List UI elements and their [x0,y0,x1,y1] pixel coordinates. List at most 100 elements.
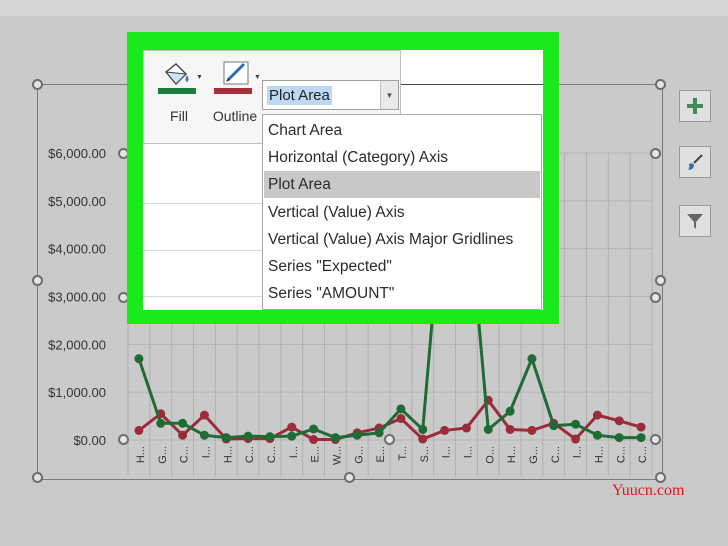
data-point[interactable] [396,413,406,423]
x-tick-label: H... [222,446,234,463]
data-point[interactable] [418,434,428,444]
fill-caret-icon[interactable]: ▼ [196,74,203,81]
data-point[interactable] [178,418,188,428]
plus-icon [687,98,703,114]
data-point[interactable] [440,425,450,435]
data-point[interactable] [265,432,275,442]
data-point[interactable] [614,433,624,443]
plot-handle-bm[interactable] [384,434,395,445]
x-tick-label: W... [331,446,343,465]
pencil-icon [214,61,252,94]
dropdown-option[interactable]: Vertical (Value) Axis [264,199,540,226]
plot-handle-bl[interactable] [118,434,129,445]
chart-handle-bl[interactable] [32,472,43,483]
brush-icon [688,154,703,170]
outline-caret-icon[interactable]: ▼ [254,74,261,81]
chart-element-dropdown: Chart Area Horizontal (Category) Axis Plot… [262,114,542,310]
x-tick-label: G... [528,446,540,464]
data-point[interactable] [396,404,406,414]
plot-handle-mr[interactable] [650,292,661,303]
chart-handle-tl[interactable] [32,79,43,90]
data-point[interactable] [636,433,646,443]
y-tick-label: $0.00 [73,433,106,448]
chart-handle-tr[interactable] [655,79,666,90]
outline-color-swatch [214,88,252,94]
dropdown-option[interactable]: Series "AMOUNT" [264,280,540,307]
x-tick-label: G... [157,446,169,464]
x-tick-label: I... [200,446,212,458]
chart-handle-bm[interactable] [344,472,355,483]
chart-handle-mr[interactable] [655,275,666,286]
data-point[interactable] [571,434,581,444]
dropdown-option[interactable]: Horizontal (Category) Axis [264,144,540,171]
data-point[interactable] [549,421,559,431]
y-tick-label: $2,000.00 [48,337,106,352]
data-point[interactable] [221,433,231,443]
data-point[interactable] [134,425,144,435]
x-tick-label: E... [375,446,387,463]
outline-label: Outline [212,108,258,124]
fill-button[interactable]: ▼ Fill [154,58,204,128]
data-point[interactable] [592,430,602,440]
x-tick-label: H... [506,446,518,463]
chart-elements-button[interactable] [679,90,711,122]
data-point[interactable] [199,410,209,420]
fill-color-swatch [158,88,196,94]
funnel-icon [687,214,703,229]
data-point[interactable] [614,416,624,426]
watermark: Yuucn.com [612,482,685,499]
chart-styles-button[interactable] [679,146,711,178]
x-tick-label: S... [419,446,431,463]
data-point[interactable] [505,406,515,416]
y-tick-label: $3,000.00 [48,290,106,305]
data-point[interactable] [461,423,471,433]
plot-handle-tr[interactable] [650,148,661,159]
x-tick-label: I... [441,446,453,458]
x-tick-label: I... [288,446,300,458]
x-tick-label: G... [353,446,365,464]
data-point[interactable] [636,422,646,432]
data-point[interactable] [309,424,319,434]
chart-filters-button[interactable] [679,205,711,237]
data-point[interactable] [330,433,340,443]
dropdown-option[interactable]: Series "Expected" [264,253,540,280]
data-point[interactable] [352,430,362,440]
data-point[interactable] [199,430,209,440]
x-tick-label: H... [593,446,605,463]
dropdown-option[interactable]: Chart Area [264,117,540,144]
x-tick-label: T... [397,446,409,461]
data-point[interactable] [287,431,297,441]
data-point[interactable] [505,424,515,434]
x-tick-label: H... [135,446,147,463]
data-point[interactable] [134,354,144,364]
data-point[interactable] [527,425,537,435]
data-point[interactable] [483,424,493,434]
x-tick-label: C... [179,446,191,463]
y-tick-label: $1,000.00 [48,385,106,400]
chart-element-selector[interactable]: Plot Area ▼ [262,80,399,110]
data-point[interactable] [156,418,166,428]
data-point[interactable] [243,431,253,441]
fill-label: Fill [170,108,188,124]
x-tick-label: C... [615,446,627,463]
data-point[interactable] [287,422,297,432]
y-tick-label: $5,000.00 [48,194,106,209]
x-tick-label: C... [244,446,256,463]
data-point[interactable] [527,354,537,364]
dropdown-option[interactable]: Plot Area [264,171,540,199]
selector-value: Plot Area [267,86,332,105]
dropdown-option[interactable]: Vertical (Value) Axis Major Gridlines [264,226,540,253]
data-point[interactable] [418,424,428,434]
data-point[interactable] [374,428,384,438]
chevron-down-icon[interactable]: ▼ [380,81,398,109]
data-point[interactable] [571,419,581,429]
data-point[interactable] [592,410,602,420]
plot-handle-br[interactable] [650,434,661,445]
x-tick-label: C... [266,446,278,463]
y-tick-label: $4,000.00 [48,242,106,257]
outline-button[interactable]: ▼ Outline [210,58,261,128]
chart-handle-ml[interactable] [32,275,43,286]
data-point[interactable] [178,430,188,440]
data-point[interactable] [309,435,319,445]
y-tick-label: $6,000.00 [48,146,106,161]
